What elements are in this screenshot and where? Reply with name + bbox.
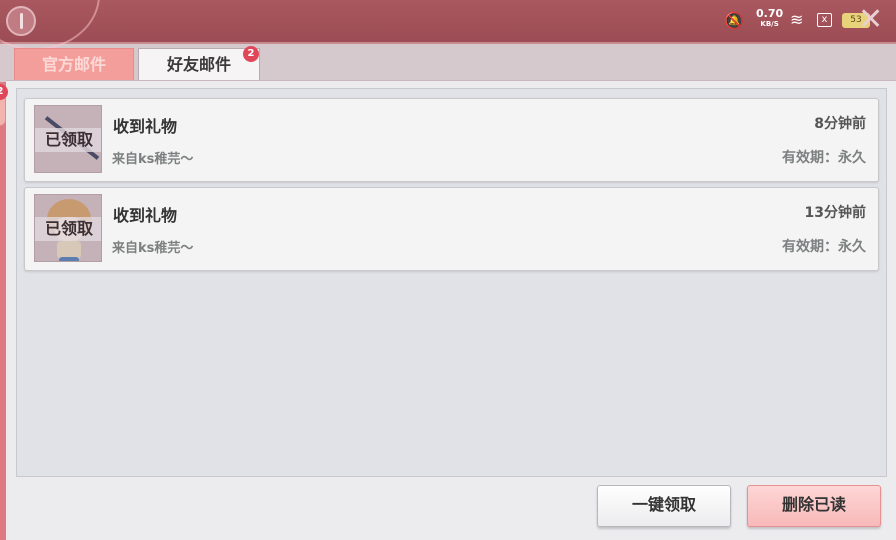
claim-all-button[interactable]: 一键领取: [597, 485, 731, 527]
mail-title: 收到礼物: [113, 117, 178, 136]
gift-thumbnail: 已领取: [34, 105, 102, 173]
mail-expiry: 有效期：永久: [782, 150, 866, 166]
mail-time: 8分钟前: [814, 116, 866, 132]
delete-read-button[interactable]: 删除已读: [747, 485, 881, 527]
mail-sender: 来自ks稚芫～: [112, 241, 194, 256]
avatar-feet: [59, 257, 79, 261]
claimed-label: 已领取: [35, 217, 101, 241]
menu-button[interactable]: [6, 6, 36, 36]
mail-expiry: 有效期：永久: [782, 239, 866, 255]
mail-time: 13分钟前: [804, 205, 866, 221]
tab-friend-mail-badge: 2: [243, 46, 259, 62]
sim-icon: x: [817, 13, 832, 27]
claimed-label: 已领取: [35, 128, 101, 152]
network-speed: 0.70 KB/S: [756, 8, 783, 29]
wifi-icon: ≋: [790, 10, 804, 29]
status-bar: 🔕 0.70 KB/S ≋ x 53 ✕: [0, 0, 896, 50]
left-edge-bar: [0, 82, 6, 540]
tab-friend-mail[interactable]: 好友邮件: [138, 48, 260, 81]
mail-title: 收到礼物: [113, 206, 178, 225]
tab-official-mail[interactable]: 官方邮件: [14, 48, 134, 81]
mail-item[interactable]: 已领取 收到礼物 来自ks稚芫～ 13分钟前 有效期：永久: [24, 187, 879, 271]
gift-thumbnail: 已领取: [34, 194, 102, 262]
mail-sender: 来自ks稚芫～: [112, 152, 194, 167]
close-icon[interactable]: ✕: [858, 2, 883, 37]
mail-item[interactable]: 已领取 收到礼物 来自ks稚芫～ 8分钟前 有效期：永久: [24, 98, 879, 182]
bell-off-icon: 🔕: [724, 11, 744, 30]
network-speed-unit: KB/S: [760, 20, 779, 28]
